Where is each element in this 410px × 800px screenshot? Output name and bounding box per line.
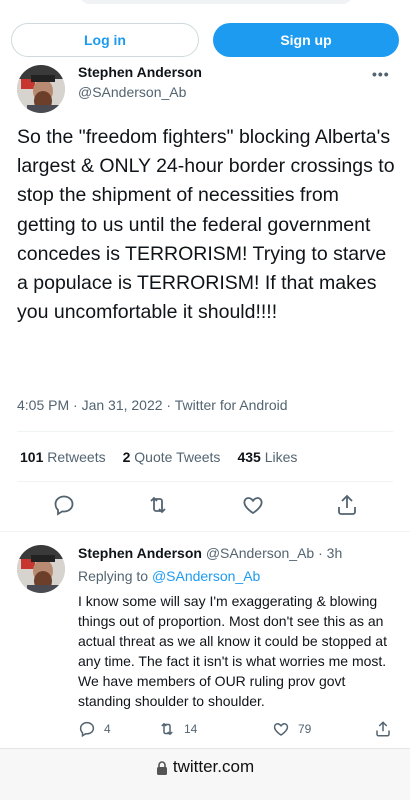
divider [17,481,393,482]
reply-actions: 4 14 79 [78,720,398,742]
like-icon [273,722,289,736]
top-search-pill [80,0,352,4]
tweet-text: So the "freedom fighters" blocking Alber… [17,126,395,324]
lock-icon [156,757,168,800]
more-options-icon[interactable]: ••• [372,66,390,82]
reply-count: 4 [104,722,111,736]
retweet-icon[interactable] [146,493,170,517]
likes-stat[interactable]: 435 Likes [237,449,297,465]
retweet-icon [161,722,173,736]
url-text: twitter.com [172,757,255,776]
replying-to-link[interactable]: @SAnderson_Ab [152,568,260,584]
divider [17,431,393,432]
avatar[interactable] [17,65,65,113]
replying-to: Replying to @SAnderson_Ab [78,568,261,584]
tweet-actions [0,493,410,523]
reply-header: Stephen Anderson @SAnderson_Ab · 3h [78,545,342,561]
like-icon[interactable] [241,493,265,517]
share-icon[interactable] [335,493,359,517]
tweet-stats: 101 Retweets 2 Quote Tweets 435 Likes [20,449,297,465]
reply-reply-button[interactable]: 4 [78,720,111,738]
retweet-count: 14 [184,722,198,736]
reply-icon [79,721,95,738]
like-count: 79 [298,722,312,736]
reply-icon[interactable] [52,493,76,517]
browser-url-bar[interactable]: twitter.com [0,748,410,800]
author-handle[interactable]: @SAnderson_Ab [78,84,186,100]
reply-author-name[interactable]: Stephen Anderson [78,545,202,561]
reply-share-button[interactable] [374,720,392,738]
reply-retweet-button[interactable]: 14 [158,720,197,738]
reply-text: I know some will say I'm exaggerating & … [78,593,387,709]
quote-tweets-stat[interactable]: 2 Quote Tweets [123,449,221,465]
signup-button[interactable]: Sign up [213,23,399,57]
reply-like-button[interactable]: 79 [272,720,311,738]
reply-age[interactable]: · 3h [318,545,342,561]
divider [0,531,410,532]
author-name[interactable]: Stephen Anderson [78,64,202,80]
retweets-stat[interactable]: 101 Retweets [20,449,106,465]
auth-bar: Log in Sign up [11,23,399,57]
login-button[interactable]: Log in [11,23,199,57]
tweet-timestamp[interactable]: 4:05 PM · Jan 31, 2022 · Twitter for And… [17,397,288,413]
reply-avatar[interactable] [17,545,65,593]
share-icon [376,721,390,737]
reply-author-handle[interactable]: @SAnderson_Ab [206,545,314,561]
